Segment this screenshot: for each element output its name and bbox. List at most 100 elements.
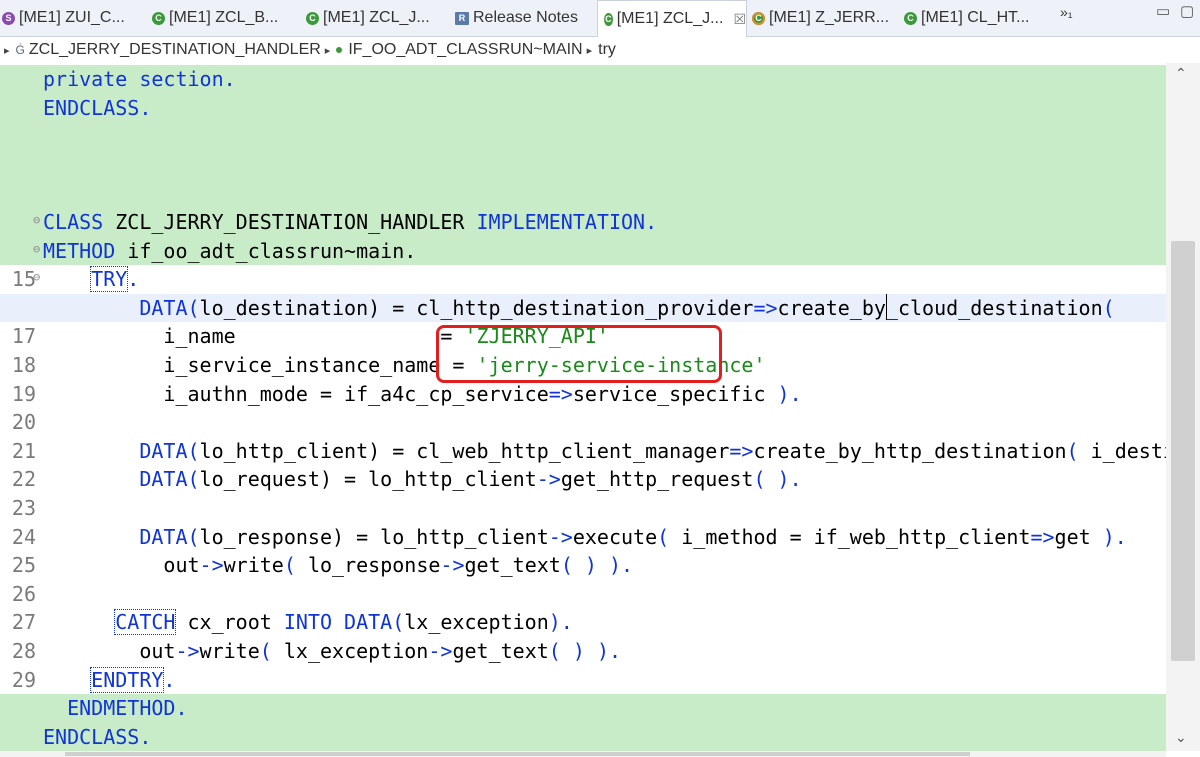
code-text: out bbox=[163, 553, 200, 578]
close-icon[interactable]: ☒ bbox=[733, 11, 746, 28]
tab-label: [ME1] CL_HT... bbox=[921, 9, 1030, 26]
maximize-icon[interactable]: ▢ bbox=[1180, 2, 1194, 20]
tab-label: [ME1] Z_JERR... bbox=[769, 9, 890, 26]
code-text: ). bbox=[777, 381, 802, 406]
code-text: ( bbox=[187, 524, 200, 549]
vertical-scrollbar[interactable]: ⌃ ⌄ bbox=[1166, 63, 1200, 751]
code-text: ENDCLASS. bbox=[43, 95, 152, 120]
code-line: 13 bbox=[0, 179, 1166, 234]
code-text: => bbox=[753, 295, 778, 320]
release-notes-icon bbox=[455, 11, 469, 25]
code-text: -> bbox=[440, 553, 465, 578]
code-text: ) = lo_http_client bbox=[332, 524, 549, 549]
editor-tab-bar: [ME1] ZUI_C... [ME1] ZCL_B... [ME1] ZCL_… bbox=[0, 0, 1200, 37]
breadcrumb-method[interactable]: IF_OO_ADT_CLASSRUN~MAIN bbox=[348, 41, 582, 59]
code-text: execute bbox=[572, 524, 658, 549]
tab-label: [ME1] ZCL_B... bbox=[169, 9, 279, 26]
tab-label: Release Notes bbox=[473, 9, 578, 26]
scroll-down-icon[interactable]: ⌄ bbox=[1175, 729, 1187, 746]
code-text: cx_root bbox=[175, 610, 284, 635]
tab-zcl-j-active[interactable]: [ME1] ZCL_J... ☒ bbox=[597, 0, 747, 37]
tab-label: [ME1] ZCL_J... bbox=[323, 9, 430, 26]
fold-collapse-icon[interactable]: ⊖ bbox=[33, 235, 40, 264]
code-text: get_text bbox=[464, 553, 561, 578]
code-text: ( bbox=[1066, 438, 1091, 463]
code-line: 24 bbox=[0, 494, 1166, 549]
code-text: i_method = if_web_http_client bbox=[681, 524, 1031, 549]
code-text: ( ) ). bbox=[560, 553, 634, 578]
code-line: 14 ⊖ CLASS ZCL_JERRY_DESTINATION_HANDLER… bbox=[0, 206, 1166, 263]
code-text: CLASS bbox=[43, 210, 104, 234]
code-text: ( bbox=[657, 524, 682, 549]
code-text: ( bbox=[187, 438, 200, 463]
code-text: lx_exception bbox=[404, 610, 549, 635]
code-text: lx_exception bbox=[283, 639, 429, 663]
breadcrumb: ▸ Ġ ZCL_JERRY_DESTINATION_HANDLER ▸ IF_O… bbox=[0, 37, 1200, 63]
tab-zcl-b[interactable]: [ME1] ZCL_B... bbox=[152, 0, 278, 36]
class-icon bbox=[604, 12, 613, 26]
code-text: => bbox=[548, 381, 573, 406]
code-line: 21 bbox=[0, 408, 1166, 463]
code-text: ( bbox=[187, 467, 200, 492]
code-text: i_authn_mode = if_a4c_cp_service bbox=[163, 381, 549, 406]
tab-label: [ME1] ZUI_C... bbox=[19, 9, 125, 26]
code-line: 10 ENDCLASS. bbox=[0, 93, 1166, 148]
code-text: lo_response bbox=[307, 553, 441, 578]
code-text: IMPLEMENTATION. bbox=[476, 210, 658, 234]
code-text: private section. bbox=[43, 67, 236, 91]
code-line: 27 bbox=[0, 580, 1166, 634]
code-line: 31 ENDMETHOD. bbox=[0, 694, 1166, 749]
code-text: if_oo_adt_classrun~main. bbox=[115, 238, 417, 263]
code-editor[interactable]: 9 private section. 10 ENDCLASS. 11 12 13… bbox=[0, 63, 1166, 751]
tab-zui-c[interactable]: [ME1] ZUI_C... bbox=[2, 0, 125, 36]
code-text: ( bbox=[392, 610, 405, 635]
tab-zcl-j-1[interactable]: [ME1] ZCL_J... bbox=[306, 0, 430, 36]
code-line: 30 ENDTRY. bbox=[0, 666, 1166, 720]
code-line: 11 bbox=[0, 122, 1166, 177]
horizontal-scrollbar[interactable] bbox=[0, 751, 1166, 757]
code-text: ZCL_JERRY_DESTINATION_HANDLER bbox=[103, 210, 477, 234]
code-line: 17 DATA(lo_destination) = cl_http_destin… bbox=[0, 293, 1166, 348]
breadcrumb-block[interactable]: try bbox=[598, 41, 616, 59]
code-text: create_by_cloud_destination bbox=[777, 295, 1103, 320]
service-definition-icon bbox=[2, 11, 15, 25]
code-text: CATCH bbox=[114, 609, 177, 636]
chevron-right-icon: ▸ bbox=[4, 44, 10, 57]
code-line: 20 i_authn_mode = if_a4c_cp_service=>ser… bbox=[0, 380, 1166, 435]
code-line: 25 DATA(lo_response) = lo_http_client->e… bbox=[0, 523, 1166, 578]
breadcrumb-class[interactable]: ZCL_JERRY_DESTINATION_HANDLER bbox=[29, 41, 321, 59]
code-text: TRY bbox=[90, 266, 129, 293]
fold-collapse-icon[interactable]: ⊖ bbox=[33, 206, 40, 235]
tab-z-jerr[interactable]: [ME1] Z_JERR... bbox=[752, 0, 889, 36]
code-line: 22 DATA(lo_http_client) = cl_web_http_cl… bbox=[0, 437, 1166, 492]
code-text: DATA bbox=[139, 438, 188, 463]
code-text: get bbox=[1054, 524, 1103, 549]
chevron-right-icon: ▸ bbox=[586, 44, 593, 57]
code-text: service_specific bbox=[572, 381, 778, 406]
tab-cl-ht[interactable]: [ME1] CL_HT... bbox=[904, 0, 1029, 36]
class-icon: Ġ bbox=[15, 43, 25, 57]
code-text: i_destination = bbox=[1090, 438, 1166, 463]
scrollbar-thumb[interactable] bbox=[65, 752, 970, 756]
code-text: . bbox=[163, 667, 176, 692]
code-line: 32 ENDCLASS. bbox=[0, 722, 1166, 751]
code-text: -> bbox=[175, 639, 200, 663]
code-text: i_name bbox=[163, 324, 441, 349]
tab-release-notes[interactable]: Release Notes bbox=[455, 0, 578, 36]
code-text: ( ). bbox=[753, 467, 802, 492]
code-text: write bbox=[199, 639, 260, 663]
code-text: ( ) ). bbox=[548, 639, 622, 663]
code-text: get_http_request bbox=[560, 467, 754, 492]
code-text: -> bbox=[428, 639, 453, 663]
fold-collapse-icon[interactable]: ⊖ bbox=[33, 263, 40, 292]
minimize-icon[interactable]: ▭ bbox=[1156, 2, 1170, 20]
scroll-up-icon[interactable]: ⌃ bbox=[1175, 65, 1187, 82]
code-text: ). bbox=[1102, 524, 1127, 549]
tab-overflow-button[interactable]: »₁ bbox=[1060, 4, 1073, 20]
scrollbar-thumb[interactable] bbox=[1171, 241, 1195, 661]
class-icon bbox=[752, 11, 765, 25]
code-text: lo_response bbox=[199, 524, 332, 549]
code-text: ENDMETHOD. bbox=[67, 696, 188, 721]
code-line: 28 CATCH cx_root INTO DATA(lx_exception)… bbox=[0, 608, 1166, 663]
code-text: ( bbox=[259, 639, 284, 663]
